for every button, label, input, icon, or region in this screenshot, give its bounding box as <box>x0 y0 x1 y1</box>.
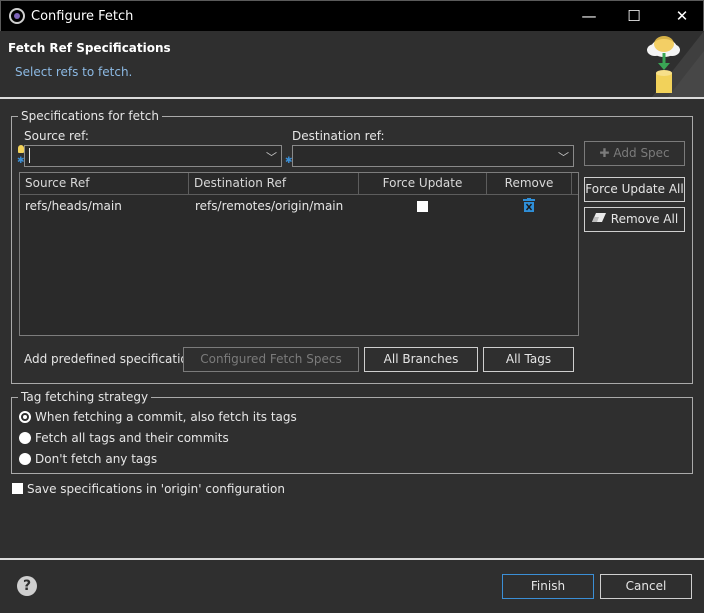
tag-strategy-legend: Tag fetching strategy <box>18 390 152 404</box>
add-spec-button[interactable]: ✚ Add Spec <box>584 141 685 166</box>
ref-spec-table[interactable]: Source Ref Destination Ref Force Update … <box>19 172 579 336</box>
destination-ref-combo[interactable]: ﹀ <box>292 145 574 167</box>
dialog-header: Fetch Ref Specifications Select refs to … <box>0 31 704 97</box>
save-specifications-label: Save specifications in 'origin' configur… <box>27 482 285 496</box>
remove-all-label: Remove All <box>610 212 679 226</box>
footer-divider <box>0 558 704 560</box>
finish-button[interactable]: Finish <box>502 574 594 599</box>
radio-button[interactable] <box>19 453 31 465</box>
all-tags-button[interactable]: All Tags <box>483 347 574 372</box>
destination-ref-label: Destination ref: <box>292 129 385 143</box>
column-header-destination-ref[interactable]: Destination Ref <box>189 173 359 195</box>
column-header-remove[interactable]: Remove <box>487 173 572 195</box>
column-header-source-ref[interactable]: Source Ref <box>20 173 189 195</box>
minimize-button[interactable]: — <box>574 5 604 27</box>
text-cursor <box>29 148 30 163</box>
fetch-banner-icon <box>647 31 704 97</box>
help-icon[interactable]: ? <box>17 576 37 596</box>
radio-label: Fetch all tags and their commits <box>35 431 229 445</box>
save-specifications-checkbox[interactable] <box>12 483 23 494</box>
source-ref-combo[interactable]: ﹀ <box>24 145 282 167</box>
force-update-checkbox[interactable] <box>417 201 428 212</box>
remove-all-button[interactable]: Remove All <box>584 207 685 232</box>
window-title: Configure Fetch <box>31 9 134 24</box>
specifications-legend: Specifications for fetch <box>18 109 162 123</box>
chevron-down-icon[interactable]: ﹀ <box>558 149 569 165</box>
table-header: Source Ref Destination Ref Force Update … <box>20 173 578 195</box>
cancel-button[interactable]: Cancel <box>600 574 692 599</box>
plus-icon: ✚ <box>599 146 610 160</box>
source-ref-label: Source ref: <box>24 129 89 143</box>
trash-icon[interactable] <box>523 198 535 212</box>
maximize-button[interactable]: ☐ <box>619 5 649 27</box>
predefined-spec-label: Add predefined specification <box>24 352 196 366</box>
all-branches-button[interactable]: All Branches <box>364 347 478 372</box>
close-button[interactable]: ✕ <box>667 5 697 27</box>
add-spec-label: Add Spec <box>613 146 670 160</box>
header-divider <box>0 97 704 99</box>
page-title: Fetch Ref Specifications <box>8 41 171 55</box>
radio-button[interactable] <box>19 432 31 444</box>
eraser-icon <box>591 208 607 231</box>
radio-label: Don't fetch any tags <box>35 452 158 466</box>
configured-fetch-specs-button[interactable]: Configured Fetch Specs <box>183 347 359 372</box>
cell-source-ref: refs/heads/main <box>25 199 122 213</box>
cell-destination-ref: refs/remotes/origin/main <box>195 199 344 213</box>
radio-button-selected[interactable] <box>19 411 31 423</box>
radio-label: When fetching a commit, also fetch its t… <box>35 410 297 424</box>
column-header-force-update[interactable]: Force Update <box>359 173 487 195</box>
app-icon <box>9 8 25 24</box>
page-subtitle: Select refs to fetch. <box>15 65 133 79</box>
title-bar: Configure Fetch — ☐ ✕ <box>0 0 704 31</box>
chevron-down-icon[interactable]: ﹀ <box>266 149 277 165</box>
force-update-all-button[interactable]: Force Update All <box>584 177 685 202</box>
